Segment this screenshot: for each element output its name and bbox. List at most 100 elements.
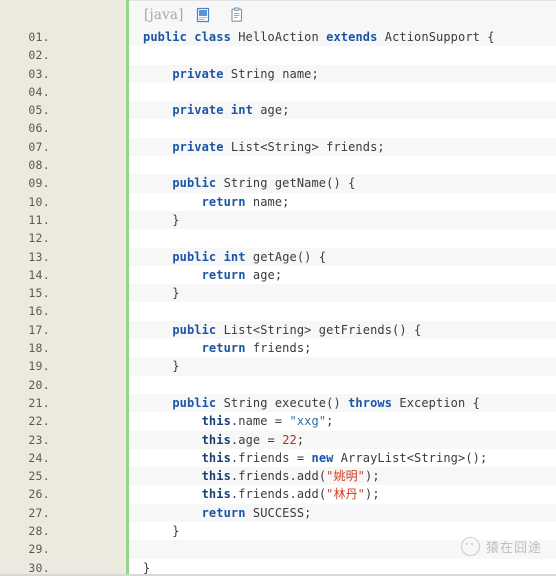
line-number: 10. xyxy=(28,194,50,209)
code-token: String getName() { xyxy=(216,176,356,191)
code-line: this.name = "xxg"; xyxy=(129,412,556,430)
code-line: public String execute() throws Exception… xyxy=(129,394,556,412)
line-number: 20. xyxy=(28,377,50,392)
code-token: friends; xyxy=(245,341,312,356)
code-token: SUCCESS; xyxy=(245,505,312,520)
code-snippet-widget: 01. 02. 03. 04. 05. 06. 07. 08. 09. 10. 11. 12. 13. 1… xyxy=(0,0,556,576)
code-line: } xyxy=(129,284,556,302)
line-number: 03. xyxy=(28,66,50,81)
line-number: 17. xyxy=(28,322,50,337)
code-token: .age = xyxy=(230,432,283,447)
line-number: 24. xyxy=(28,450,50,465)
view-source-icon[interactable] xyxy=(195,7,211,23)
line-number: 02. xyxy=(28,48,50,63)
code-line: return age; xyxy=(129,266,556,284)
line-number: 21. xyxy=(28,395,50,410)
code-token: ; xyxy=(296,432,305,447)
code-token: List<String> getFriends() { xyxy=(216,322,422,337)
code-token: this xyxy=(201,450,231,465)
line-number: 29. xyxy=(28,542,50,557)
code-token: } xyxy=(143,524,180,539)
code-token: 22 xyxy=(282,432,297,447)
line-number: 06. xyxy=(28,121,50,136)
code-token: age; xyxy=(245,267,283,282)
code-token: HelloAction xyxy=(230,30,327,44)
code-line: this.friends = new ArrayList<String>(); xyxy=(129,449,556,467)
code-token: return xyxy=(201,194,246,209)
code-token: age; xyxy=(252,103,290,118)
code-token: ); xyxy=(365,469,380,484)
line-number: 25. xyxy=(28,469,50,484)
code-token: this xyxy=(201,432,231,447)
code-token: .friends.add( xyxy=(230,469,327,484)
code-token: String execute() xyxy=(216,395,349,410)
code-token: public xyxy=(172,249,217,264)
code-token: "xxg" xyxy=(289,414,327,429)
code-token: int xyxy=(223,249,246,264)
code-token: } xyxy=(143,286,180,301)
line-number: 26. xyxy=(28,487,50,502)
code-token: ); xyxy=(365,487,380,502)
code-token: return xyxy=(201,267,246,282)
code-area[interactable]: public class HelloAction extends ActionS… xyxy=(129,28,556,574)
code-token: extends xyxy=(326,30,378,44)
code-line-list: public class HelloAction extends ActionS… xyxy=(129,28,556,574)
code-line: private int age; xyxy=(129,101,556,119)
code-line: return SUCCESS; xyxy=(129,504,556,522)
code-token: .friends.add( xyxy=(230,487,327,502)
code-line: public int getAge() { xyxy=(129,248,556,266)
code-token: private xyxy=(172,139,224,154)
code-token: List<String> friends; xyxy=(223,139,385,154)
code-token: return xyxy=(201,505,246,520)
line-number: 19. xyxy=(28,359,50,374)
code-token: this xyxy=(201,469,231,484)
line-number: 05. xyxy=(28,103,50,118)
line-number: 27. xyxy=(28,505,50,520)
code-line: private List<String> friends; xyxy=(129,138,556,156)
code-token: getAge() { xyxy=(245,249,327,264)
line-number: 12. xyxy=(28,231,50,246)
line-number: 08. xyxy=(28,158,50,173)
line-number-gutter: 01. 02. 03. 04. 05. 06. 07. 08. 09. 10. 11. 12. 13. 1… xyxy=(0,0,129,575)
line-number: 04. xyxy=(28,84,50,99)
line-number: 28. xyxy=(28,524,50,539)
code-token: public xyxy=(172,395,217,410)
code-token: .friends = xyxy=(230,450,312,465)
code-token: public xyxy=(143,30,187,44)
copy-to-clipboard-icon[interactable] xyxy=(229,7,245,23)
code-line: return name; xyxy=(129,193,556,211)
line-number: 15. xyxy=(28,286,50,301)
code-line: } xyxy=(129,522,556,540)
language-label: [java] xyxy=(144,6,184,23)
line-number: 11. xyxy=(28,212,50,227)
code-token: } xyxy=(143,560,151,574)
code-line: return friends; xyxy=(129,339,556,357)
code-line: } xyxy=(129,559,556,574)
code-token: return xyxy=(201,341,246,356)
code-token: "林丹" xyxy=(326,487,366,502)
code-line: this.friends.add("林丹"); xyxy=(129,485,556,503)
code-token: ; xyxy=(326,414,334,429)
code-line: public String getName() { xyxy=(129,174,556,192)
line-number: 30. xyxy=(28,560,50,575)
line-number: 16. xyxy=(28,304,50,319)
line-number: 01. xyxy=(28,30,50,44)
code-line: public List<String> getFriends() { xyxy=(129,321,556,339)
line-number-list: 01. 02. 03. 04. 05. 06. 07. 08. 09. 10. 11. 12. 13. 1… xyxy=(0,28,126,575)
code-token: ActionSupport { xyxy=(377,30,495,44)
code-token: } xyxy=(143,212,180,227)
code-line: this.friends.add("姚明"); xyxy=(129,467,556,485)
